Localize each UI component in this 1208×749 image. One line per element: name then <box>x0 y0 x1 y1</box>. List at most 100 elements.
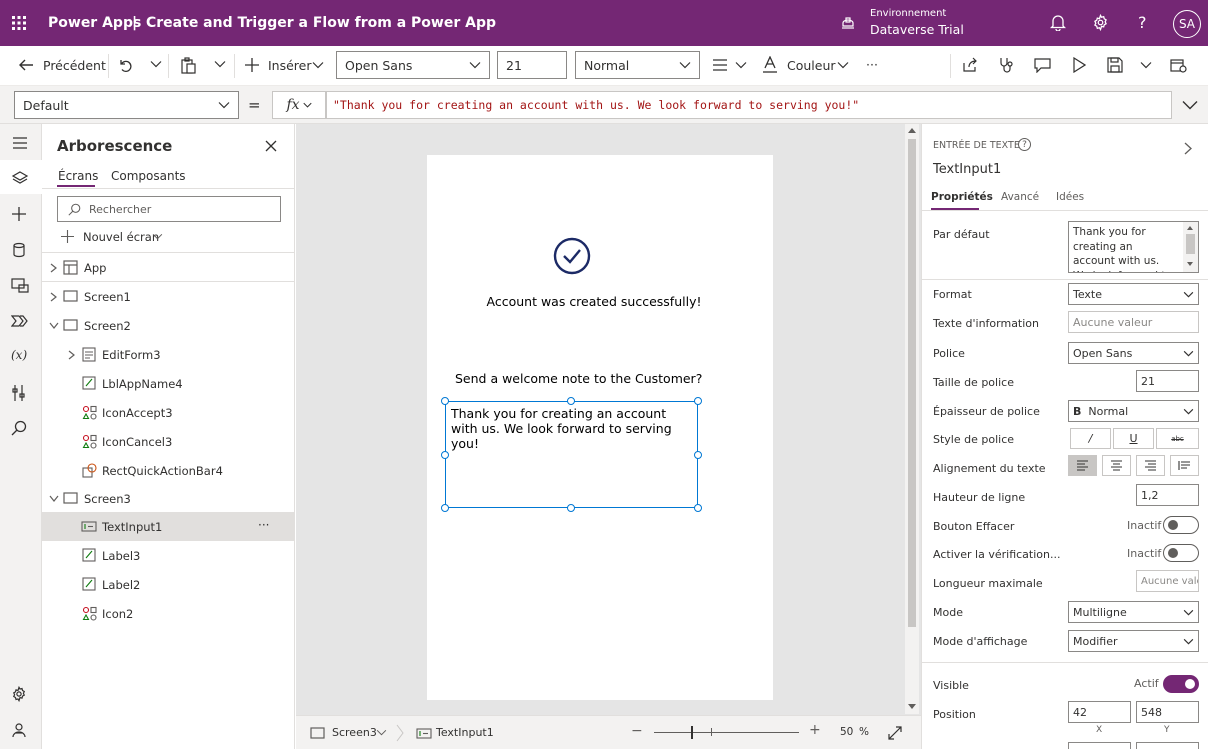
tab-components[interactable]: Composants <box>111 169 186 183</box>
scrollbar-thumb[interactable] <box>908 139 916 627</box>
underline-button[interactable]: U <box>1113 428 1154 449</box>
hint-text-input[interactable]: Aucune valeur <box>1068 311 1199 333</box>
tree-item-iconcancel3[interactable]: IconCancel3 <box>42 427 295 456</box>
align-right-button[interactable] <box>1136 455 1165 476</box>
text-align-icon[interactable] <box>712 58 728 72</box>
hamburger-menu-icon[interactable] <box>11 135 31 155</box>
media-icon[interactable] <box>11 277 31 297</box>
welcome-prompt-label[interactable]: Send a welcome note to the Customer? <box>455 371 702 386</box>
resize-handle[interactable] <box>441 504 449 512</box>
font-size-input[interactable]: 21 <box>1136 370 1199 392</box>
undo-chevron-down-icon[interactable] <box>150 60 162 68</box>
font-weight-select[interactable]: Normal <box>575 51 700 79</box>
color-icon[interactable] <box>762 56 778 74</box>
fit-to-window-icon[interactable] <box>888 726 902 740</box>
scroll-down-arrow-icon[interactable] <box>908 704 916 709</box>
strikethrough-button[interactable]: abc <box>1156 428 1199 449</box>
tab-screens[interactable]: Écrans <box>58 169 98 183</box>
share-icon[interactable] <box>962 57 978 73</box>
tree-item-textinput1[interactable]: TextInput1 ··· <box>42 512 295 541</box>
info-help-icon[interactable]: ? <box>1018 138 1031 151</box>
help-icon[interactable]: ? <box>1138 13 1147 32</box>
tree-item-label3[interactable]: Label3 <box>42 541 295 570</box>
chevron-down-icon[interactable] <box>376 729 387 736</box>
scroll-up-arrow-icon[interactable] <box>908 128 916 133</box>
tree-item-screen3[interactable]: Screen3 <box>42 484 295 513</box>
collapse-panel-chevron-icon[interactable] <box>1184 142 1192 155</box>
data-database-icon[interactable] <box>11 242 31 262</box>
align-chevron-down-icon[interactable] <box>735 61 747 69</box>
app-screen-preview[interactable]: Account was created successfully! Send a… <box>427 155 773 700</box>
tree-item-icon2[interactable]: Icon2 <box>42 599 295 628</box>
settings-gear-icon[interactable] <box>1092 14 1109 31</box>
zoom-out-button[interactable]: − <box>631 723 643 739</box>
display-mode-select[interactable]: Modifier <box>1068 630 1199 652</box>
save-icon[interactable] <box>1107 57 1123 73</box>
tree-item-screen2[interactable]: Screen2 <box>42 311 295 340</box>
mode-select[interactable]: Multiligne <box>1068 601 1199 623</box>
new-screen-button[interactable]: Nouvel écran <box>83 230 159 244</box>
line-height-input[interactable]: 1,2 <box>1136 484 1199 506</box>
font-family-select[interactable]: Open Sans <box>336 51 490 79</box>
clear-button-toggle[interactable] <box>1163 516 1199 534</box>
tree-item-label2[interactable]: Label2 <box>42 570 295 599</box>
publish-icon[interactable] <box>1170 57 1187 73</box>
tree-item-iconaccept3[interactable]: IconAccept3 <box>42 398 295 427</box>
chevron-right-icon[interactable] <box>50 292 57 302</box>
position-x-input[interactable]: 42 <box>1068 701 1131 723</box>
zoom-in-button[interactable]: + <box>809 722 821 738</box>
preview-play-icon[interactable] <box>1072 57 1086 73</box>
welcome-text-input[interactable]: Thank you for creating an account with u… <box>445 401 698 508</box>
search-input[interactable]: Rechercher <box>57 196 281 222</box>
advanced-tools-icon[interactable] <box>11 384 31 404</box>
variables-icon[interactable]: (x) <box>11 348 31 368</box>
insert-chevron-down-icon[interactable] <box>312 61 324 69</box>
success-label[interactable]: Account was created successfully! <box>427 294 717 309</box>
new-screen-chevron-down-icon[interactable] <box>152 233 163 240</box>
user-avatar[interactable]: SA <box>1173 10 1201 38</box>
tab-ideas[interactable]: Idées <box>1056 191 1084 203</box>
chevron-down-icon[interactable] <box>49 322 59 329</box>
power-automate-icon[interactable] <box>11 313 31 333</box>
environment-name[interactable]: Dataverse Trial <box>870 22 964 37</box>
checkmark-circle-icon[interactable] <box>553 237 591 275</box>
property-select[interactable]: Default <box>14 91 239 119</box>
align-left-button[interactable] <box>1068 455 1097 476</box>
tree-item-rectquickactionbar4[interactable]: RectQuickActionBar4 <box>42 456 295 485</box>
undo-icon[interactable] <box>117 57 133 73</box>
comments-icon[interactable] <box>1034 57 1051 73</box>
chevron-right-icon[interactable] <box>68 350 75 360</box>
insert-plus-icon[interactable] <box>11 206 31 226</box>
tree-item-app[interactable]: App <box>42 253 295 282</box>
canvas-scrollbar[interactable] <box>905 124 919 714</box>
resize-handle[interactable] <box>694 504 702 512</box>
new-screen-plus-icon[interactable] <box>61 230 74 243</box>
save-chevron-down-icon[interactable] <box>1140 61 1152 69</box>
paste-chevron-down-icon[interactable] <box>214 60 226 68</box>
more-options-button[interactable]: ··· <box>258 518 269 532</box>
close-icon[interactable] <box>265 140 277 152</box>
zoom-slider-thumb[interactable] <box>691 726 693 739</box>
default-textarea[interactable]: Thank you for creating an account with u… <box>1068 221 1199 273</box>
color-button[interactable]: Couleur <box>787 58 836 73</box>
spellcheck-toggle[interactable] <box>1163 544 1199 562</box>
back-button[interactable]: Précédent <box>43 58 106 73</box>
breadcrumb-screen[interactable]: Screen3 <box>332 726 377 739</box>
italic-button[interactable]: / <box>1070 428 1111 449</box>
size-height-input[interactable] <box>1136 742 1199 749</box>
size-width-input[interactable] <box>1068 742 1131 749</box>
settings-gear-icon[interactable] <box>11 686 31 706</box>
virtual-agent-icon[interactable] <box>11 722 31 742</box>
position-y-input[interactable]: 548 <box>1136 701 1199 723</box>
fx-button[interactable]: fx <box>272 91 326 119</box>
app-checker-icon[interactable] <box>998 57 1014 73</box>
scroll-up-arrow-icon[interactable] <box>1187 226 1193 230</box>
font-select[interactable]: Open Sans <box>1068 342 1199 364</box>
resize-handle[interactable] <box>694 451 702 459</box>
control-name[interactable]: TextInput1 <box>933 162 1001 177</box>
resize-handle[interactable] <box>694 397 702 405</box>
chevron-down-icon[interactable] <box>49 495 59 502</box>
tab-properties[interactable]: Propriétés <box>931 191 993 203</box>
more-commands-button[interactable]: ··· <box>866 57 878 72</box>
scrollbar-thumb[interactable] <box>1186 234 1195 254</box>
